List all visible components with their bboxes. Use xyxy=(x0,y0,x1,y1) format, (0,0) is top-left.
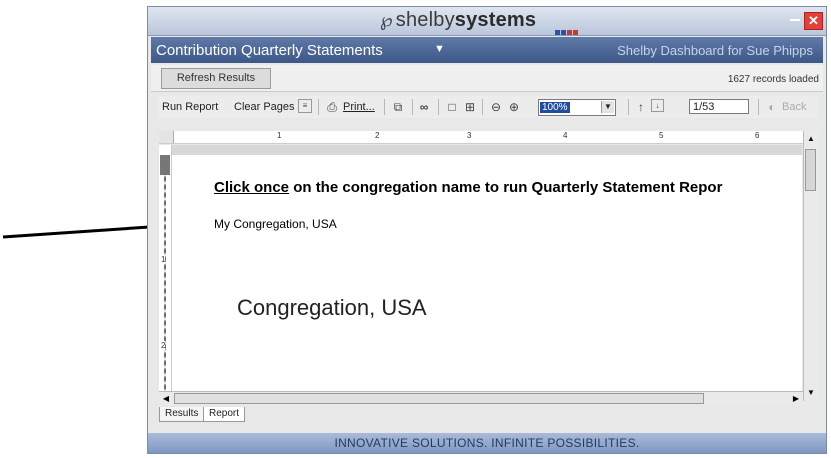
tab-results[interactable]: Results xyxy=(159,407,205,422)
page-top-edge xyxy=(172,145,802,155)
chevron-down-icon[interactable]: ▼ xyxy=(601,101,614,113)
ruler-number: 3 xyxy=(467,131,472,140)
application-window: ℘ shelbysystems ✕ Contribution Quarterly … xyxy=(147,6,827,454)
congregation-link[interactable]: My Congregation, USA xyxy=(214,217,337,231)
dashboard-label[interactable]: Shelby Dashboard for Sue Phipps xyxy=(617,43,813,58)
zoom-in-icon[interactable]: ⊕ xyxy=(506,99,522,115)
zoom-select[interactable]: 100% ▼ xyxy=(538,99,616,116)
shelby-systems-logo: ℘ shelbysystems xyxy=(380,9,537,31)
multi-page-icon[interactable]: ⊞ xyxy=(462,99,478,115)
back-button[interactable]: Back xyxy=(782,99,806,115)
close-button[interactable]: ✕ xyxy=(804,12,823,30)
module-dropdown-icon[interactable]: ▼ xyxy=(434,43,445,55)
back-icon[interactable]: ◐ xyxy=(764,99,780,115)
ruler-number: 2 xyxy=(375,131,380,140)
tab-report[interactable]: Report xyxy=(203,407,246,422)
ruler-number: 5 xyxy=(659,131,664,140)
zoom-out-icon[interactable]: ⊖ xyxy=(488,99,504,115)
single-page-icon[interactable]: □ xyxy=(444,99,460,115)
printer-icon[interactable]: ⎙ xyxy=(324,99,340,115)
arrow-down-icon[interactable]: ↓ xyxy=(651,99,664,112)
scroll-right-icon[interactable]: ▶ xyxy=(790,393,802,404)
copy-icon[interactable]: ⧉ xyxy=(390,99,406,115)
print-button[interactable]: Print... xyxy=(343,99,375,115)
ruler-margin-marker xyxy=(160,155,170,175)
toolbar-separator xyxy=(412,99,413,115)
layout-icon[interactable]: ≡ xyxy=(298,99,312,113)
minimize-button[interactable] xyxy=(790,19,800,21)
module-title: Contribution Quarterly Statements xyxy=(156,42,383,59)
toolbar-separator xyxy=(384,99,385,115)
scroll-left-icon[interactable]: ◀ xyxy=(160,393,172,404)
find-icon[interactable]: ∞ xyxy=(416,99,432,115)
arrow-up-icon[interactable]: ↑ xyxy=(633,99,649,115)
scroll-thumb[interactable] xyxy=(805,149,816,191)
ruler-number: 1 xyxy=(161,255,166,264)
brand-bar: ℘ shelbysystems ✕ xyxy=(148,7,826,36)
report-heading: Click once on the congregation name to r… xyxy=(214,179,723,196)
ruler-number: 2 xyxy=(161,341,166,350)
vertical-scrollbar[interactable]: ▲ ▼ xyxy=(803,131,818,401)
sheet-tabs: Results Report xyxy=(159,407,459,423)
records-loaded-count: 1627 records loaded xyxy=(727,74,819,85)
scroll-thumb[interactable] xyxy=(174,393,704,404)
toolbar-separator xyxy=(758,99,759,115)
clear-pages-button[interactable]: Clear Pages xyxy=(234,99,295,115)
scroll-down-icon[interactable]: ▼ xyxy=(805,387,817,399)
results-bar: Refresh Results 1627 records loaded xyxy=(151,65,823,92)
refresh-results-button[interactable]: Refresh Results xyxy=(161,68,271,89)
report-toolbar: Run Report Clear Pages ≡ ⎙ Print... ⧉ ∞ … xyxy=(158,96,818,118)
ruler-corner xyxy=(159,131,174,143)
horizontal-scrollbar[interactable]: ◀ ▶ xyxy=(159,391,803,405)
toolbar-separator xyxy=(482,99,483,115)
page-number-field[interactable]: 1/53 xyxy=(689,99,749,114)
toolbar-separator xyxy=(318,99,319,115)
ruler-number: 1 xyxy=(277,131,282,140)
toolbar-separator xyxy=(438,99,439,115)
ruler-number: 6 xyxy=(755,131,760,140)
run-report-button[interactable]: Run Report xyxy=(162,99,218,115)
report-page: Click once on the congregation name to r… xyxy=(172,145,802,401)
horizontal-ruler: 1 2 3 4 5 6 xyxy=(159,131,809,144)
toolbar-separator xyxy=(628,99,629,115)
module-title-bar: Contribution Quarterly Statements ▼ Shel… xyxy=(151,37,823,63)
ruler-number: 4 xyxy=(563,131,568,140)
footer-tagline: INNOVATIVE SOLUTIONS. INFINITE POSSIBILI… xyxy=(148,433,826,453)
annotation-callout: Congregation, USA xyxy=(237,295,427,320)
scroll-up-icon[interactable]: ▲ xyxy=(805,133,817,145)
logo-dots xyxy=(555,22,583,35)
vertical-ruler: 1 2 xyxy=(159,145,172,401)
